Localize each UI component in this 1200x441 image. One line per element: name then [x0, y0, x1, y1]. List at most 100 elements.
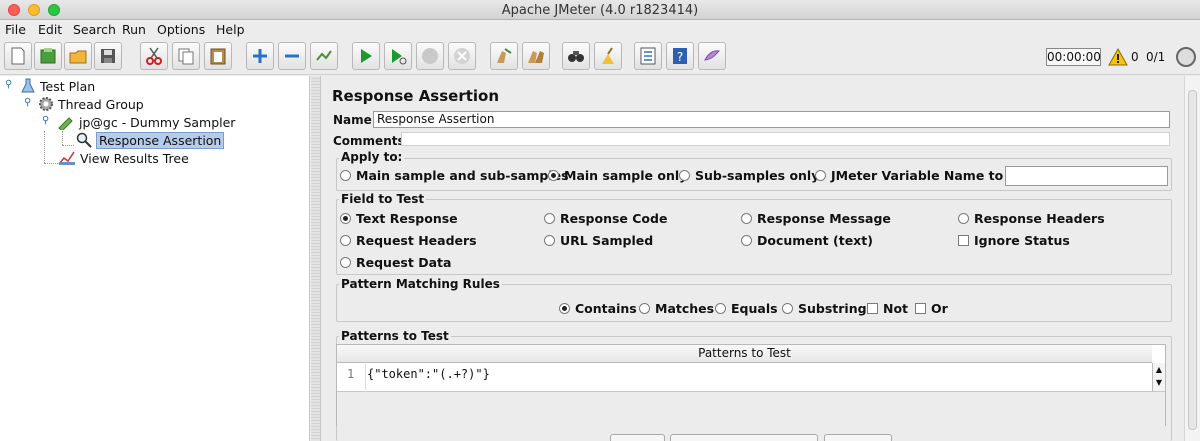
patterns-column-header[interactable]: Patterns to Test [337, 345, 1152, 363]
start-button[interactable] [352, 42, 380, 70]
add-from-clipboard-button[interactable] [670, 434, 818, 441]
line-number: 1 [347, 367, 355, 381]
tree-item-response-assertion[interactable]: Response Assertion [76, 131, 225, 149]
apply-main-only-radio[interactable]: Main sample only [548, 168, 687, 183]
field-url-sampled-radio[interactable]: URL Sampled [544, 233, 653, 248]
scroll-up-icon[interactable]: ▲ [1153, 363, 1165, 376]
name-label: Name: [333, 113, 377, 127]
delete-button[interactable] [824, 434, 892, 441]
tree-item-thread-group[interactable]: Thread Group [38, 95, 144, 113]
copy-button[interactable] [172, 42, 200, 70]
pipette-icon [58, 117, 73, 130]
expand-all-button[interactable] [246, 42, 274, 70]
field-response-message-radio[interactable]: Response Message [741, 211, 891, 226]
svg-text:?: ? [677, 50, 683, 64]
panel-splitter[interactable] [311, 76, 321, 441]
tree-item-test-plan[interactable]: Test Plan [20, 77, 95, 95]
menu-search[interactable]: Search [73, 22, 116, 37]
help-button[interactable]: ? [666, 42, 694, 70]
rule-not-checkbox[interactable]: Not [867, 301, 908, 316]
shutdown-button[interactable] [448, 42, 476, 70]
open-button[interactable] [64, 42, 92, 70]
function-helper-icon [640, 47, 656, 65]
copy-icon [178, 48, 194, 65]
clear-icon [497, 48, 512, 63]
radio-indicator [741, 213, 752, 224]
graph-icon [58, 151, 75, 165]
pattern-text[interactable]: {"token":"(.+?)"} [367, 367, 490, 381]
rule-or-checkbox[interactable]: Or [915, 301, 948, 316]
patterns-empty-area [337, 391, 1165, 426]
field-text-response-radio[interactable]: Text Response [340, 211, 458, 226]
scroll-down-icon[interactable]: ▼ [1153, 376, 1165, 389]
rule-substring-radio[interactable]: Substring [782, 301, 867, 316]
new-button[interactable] [4, 42, 32, 70]
start-no-pauses-button[interactable] [384, 42, 412, 70]
remote-button[interactable] [698, 42, 726, 70]
reset-search-icon [602, 47, 614, 64]
checkbox-indicator [867, 303, 878, 314]
clear-button[interactable] [490, 42, 518, 70]
new-icon [11, 47, 25, 65]
collapse-all-button[interactable] [278, 42, 306, 70]
menu-run[interactable]: Run [122, 22, 146, 37]
cut-button[interactable] [140, 42, 168, 70]
tree-item-label: Thread Group [58, 96, 144, 112]
field-request-headers-radio[interactable]: Request Headers [340, 233, 477, 248]
search-icon [568, 51, 584, 62]
start-no-pauses-icon [392, 49, 407, 65]
collapse-toggle-icon[interactable]: ⚲ [5, 79, 12, 90]
patterns-table: Patterns to Test 1 {"token":"(.+?)"} ▲ ▼ [336, 344, 1166, 426]
collapse-toggle-icon[interactable]: ⚲ [42, 115, 49, 126]
stop-button[interactable] [416, 42, 444, 70]
field-response-code-radio[interactable]: Response Code [544, 211, 667, 226]
clear-all-button[interactable] [522, 42, 550, 70]
toolbar: ? [0, 39, 1200, 75]
scrollbar-thumb[interactable] [1188, 90, 1197, 430]
apply-main-and-sub-radio[interactable]: Main sample and sub-samples [340, 168, 569, 183]
tree-item-dummy-sampler[interactable]: jp@gc - Dummy Sampler [57, 113, 235, 131]
pattern-scrollbar[interactable]: ▲ ▼ [1152, 363, 1165, 391]
field-request-data-radio[interactable]: Request Data [340, 255, 451, 270]
rule-equals-radio[interactable]: Equals [715, 301, 778, 316]
option-label: Response Headers [974, 211, 1105, 226]
warning-icon[interactable] [1108, 48, 1128, 66]
field-document-text-radio[interactable]: Document (text) [741, 233, 873, 248]
ignore-status-checkbox[interactable]: Ignore Status [958, 233, 1070, 248]
remote-status-icon[interactable] [1176, 47, 1196, 67]
paste-icon [210, 48, 226, 65]
vertical-scrollbar[interactable] [1184, 76, 1200, 441]
radio-indicator [340, 170, 351, 181]
table-row[interactable]: 1 {"token":"(.+?)"} [337, 364, 1152, 390]
rule-contains-radio[interactable]: Contains [559, 301, 637, 316]
field-response-headers-radio[interactable]: Response Headers [958, 211, 1105, 226]
collapse-toggle-icon[interactable]: ⚲ [24, 97, 31, 108]
name-field[interactable]: Response Assertion [373, 111, 1170, 128]
radio-indicator [340, 257, 351, 268]
shutdown-icon [454, 48, 470, 64]
toggle-button[interactable] [310, 42, 338, 70]
apply-variable-radio[interactable]: JMeter Variable Name to use [815, 168, 1032, 183]
apply-sub-only-radio[interactable]: Sub-samples only [679, 168, 819, 183]
menu-file[interactable]: File [5, 22, 26, 37]
rule-matches-radio[interactable]: Matches [639, 301, 714, 316]
save-button[interactable] [94, 42, 122, 70]
radio-indicator [559, 303, 570, 314]
search-button[interactable] [562, 42, 590, 70]
templates-button[interactable] [34, 42, 62, 70]
warning-count: 0 [1131, 50, 1139, 64]
function-helper-button[interactable] [634, 42, 662, 70]
paste-button[interactable] [204, 42, 232, 70]
add-button[interactable] [610, 434, 665, 441]
menu-help[interactable]: Help [216, 22, 245, 37]
menu-edit[interactable]: Edit [38, 22, 62, 37]
menu-options[interactable]: Options [157, 22, 205, 37]
option-label: Text Response [356, 211, 458, 226]
comments-field[interactable] [401, 132, 1170, 146]
variable-name-input[interactable] [1005, 166, 1168, 186]
radio-indicator [958, 213, 969, 224]
tree-item-view-results-tree[interactable]: View Results Tree [58, 149, 189, 167]
clear-all-icon [528, 51, 544, 63]
radio-indicator [639, 303, 650, 314]
reset-search-button[interactable] [594, 42, 622, 70]
